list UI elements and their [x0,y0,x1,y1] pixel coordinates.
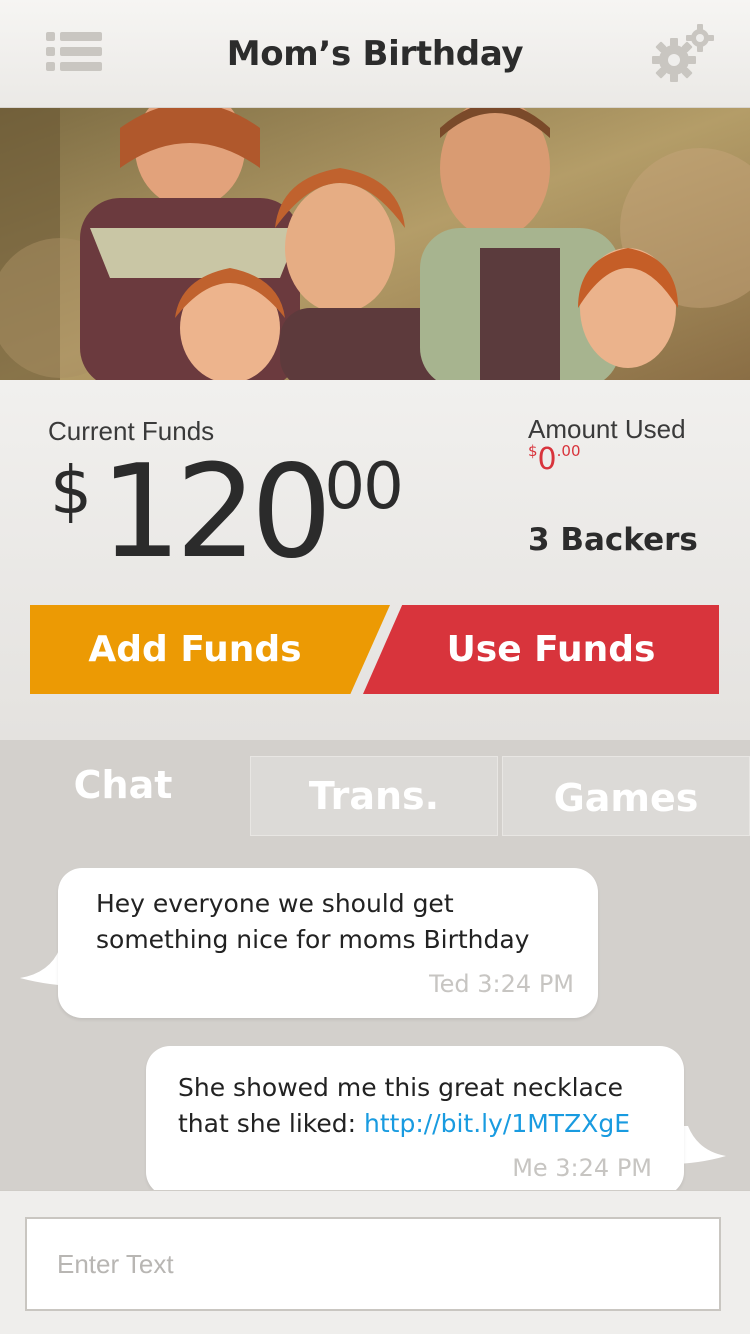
backers-count: 3 Backers [528,522,698,558]
message-bubble-incoming: Hey everyone we should get something nic… [58,868,598,1018]
message-meta: Me 3:24 PM [512,1154,652,1182]
used-currency: $ [528,442,538,460]
tab-games[interactable]: Games [502,756,750,836]
add-funds-button[interactable]: Add Funds [30,605,390,694]
message-link[interactable]: http://bit.ly/1MTZXgE [364,1109,630,1138]
used-whole: 0 [537,442,557,477]
message-bubble-outgoing: She showed me this great necklace that s… [146,1046,684,1192]
message-input[interactable] [25,1217,721,1311]
chat-messages[interactable]: Hey everyone we should get something nic… [0,836,750,1192]
message-meta: Ted 3:24 PM [429,970,574,998]
message-text: Hey everyone we should get something nic… [96,889,530,954]
amount-cents: .00 [306,450,404,524]
amount-used-label: Amount Used [528,414,686,444]
hamburger-menu-icon[interactable] [46,30,106,74]
composer-bar [0,1190,750,1334]
use-funds-button[interactable]: Use Funds [363,605,719,694]
amount-used-value: $0.00 [528,442,581,477]
amount-whole: 120 [100,438,332,587]
message-text: She showed me this great necklace that s… [178,1070,668,1142]
currency-symbol: $ [50,452,92,529]
header-bar: Mom’s Birthday [0,0,750,108]
funds-panel: Current Funds $ 120 .00 Amount Used $0.0… [0,380,750,740]
family-photo [0,108,750,380]
tab-chat[interactable]: Chat [0,740,246,836]
gear-icon[interactable] [648,22,716,86]
tab-transactions[interactable]: Trans. [250,756,498,836]
page-title: Mom’s Birthday [226,33,524,74]
used-cents: .00 [556,442,581,460]
